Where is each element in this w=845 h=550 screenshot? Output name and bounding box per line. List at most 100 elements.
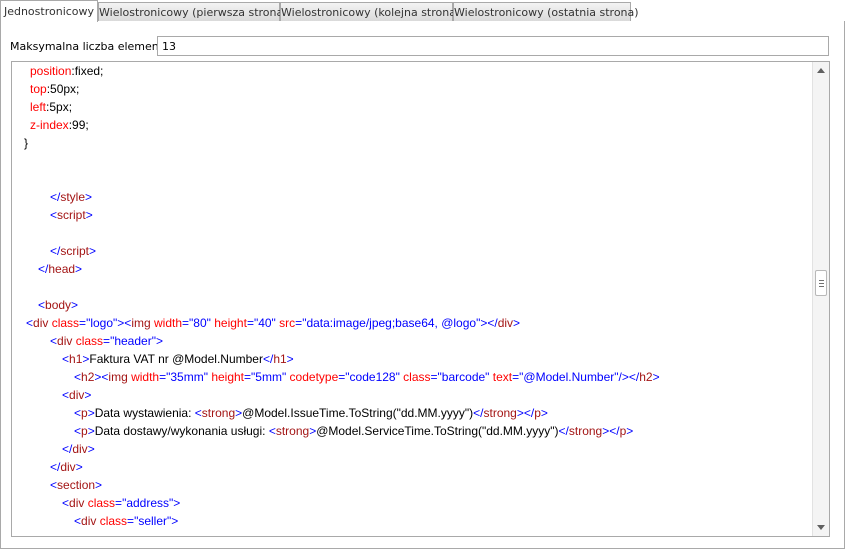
code-token: div [57,334,73,348]
code-line: <section> [50,476,102,494]
code-token: :5px; [46,100,73,114]
tab-multi-last-page[interactable]: Wielostronicowy (ostatnia strona) [453,2,639,21]
code-token: style [60,190,86,204]
tab-multi-next-page[interactable]: Wielostronicowy (kolejna strona) [280,2,460,21]
code-token: = [246,316,254,330]
code-line: <div class="seller"> [74,512,178,530]
scroll-down-icon[interactable] [817,525,825,530]
tab-label: Wielostronicowy (kolejna strona) [281,6,461,19]
code-token: /> [618,370,629,384]
code-line: </head> [38,260,82,278]
code-line: <div class="header"> [50,332,163,350]
code-token: "data:image/jpeg;base64, @logo" [302,316,481,330]
code-token: < [74,514,82,528]
code-token: src [275,316,296,330]
code-token: "barcode" [437,370,490,384]
code-token: script [57,208,86,222]
code-token: < [50,334,58,348]
code-token: > [84,388,92,402]
code-token: > [513,316,521,330]
template-code-editor[interactable]: position:fixed; top:50px; left:5px; z-index… [11,61,830,537]
max-items-input[interactable] [157,36,829,56]
code-token: class [72,334,104,348]
code-token: </ [50,460,61,474]
code-line: <script> [50,206,93,224]
code-token: img [131,316,151,330]
code-token: "seller" [134,514,172,528]
code-token: > [75,262,83,276]
code-line: <div class="logo"><img width="80" height… [26,314,520,332]
code-token: @Model.IssueTime.ToString("dd.MM.yyyy") [242,406,474,420]
code-token: = [79,316,87,330]
code-line: <h2><img width="35mm" height="5mm" codet… [74,368,660,386]
code-token: </ [62,442,73,456]
code-token: position [30,64,72,78]
code-token: Faktura VAT nr @Model.Number [89,352,263,366]
code-token: width [127,370,160,384]
code-token: < [26,316,34,330]
code-token: = [182,316,190,330]
code-token: top [30,82,47,96]
code-token: div [69,496,85,510]
code-line: </script> [50,242,96,260]
code-token: </ [50,244,61,258]
code-token: "5mm" [251,370,287,384]
code-token: "code128" [345,370,400,384]
code-token: </ [609,424,620,438]
code-token: codetype [286,370,339,384]
scroll-thumb[interactable] [815,270,827,296]
code-token: p [81,406,88,420]
code-token: = [244,370,252,384]
code-token: > [171,514,179,528]
code-token: class [84,496,116,510]
code-token: strong [568,424,603,438]
code-token: </ [38,262,49,276]
code-token: < [50,208,58,222]
code-token: height [207,370,245,384]
code-line: </style> [50,188,92,206]
code-token: = [115,496,123,510]
tab-single-page[interactable]: Jednostronicowy [0,0,98,22]
max-items-label: Maksymalna liczba elementów [10,40,179,53]
code-line: <div class="address"> [62,494,180,512]
code-line: <body> [38,296,78,314]
code-token: < [268,424,276,438]
code-token: > [155,334,163,348]
code-token: "address" [122,496,174,510]
code-token: > [286,352,294,366]
code-token: "header" [110,334,156,348]
code-token: section [57,478,96,492]
code-token: div [72,442,88,456]
code-token: z-index [30,118,69,132]
code-token: class [399,370,431,384]
code-token: h2 [639,370,653,384]
tab-multi-first-page[interactable]: Wielostronicowy (pierwsza strona) [98,2,288,21]
code-token: } [24,136,29,150]
code-token: div [60,460,76,474]
code-token: > [71,298,79,312]
tab-strip: Jednostronicowy Wielostronicowy (pierwsz… [0,0,845,22]
code-token: "@Model.Number" [519,370,619,384]
code-token: div [497,316,514,330]
code-line: position:fixed; [30,62,103,80]
code-token: > [540,406,548,420]
code-token: < [62,388,70,402]
code-token: < [50,478,58,492]
code-token: < [74,370,82,384]
code-token: </ [628,370,640,384]
vertical-scrollbar[interactable] [812,62,829,536]
code-token: > [652,370,660,384]
code-line: <p>Data dostawy/wykonania usługi: <stron… [74,422,633,440]
code-area[interactable]: position:fixed; top:50px; left:5px; z-index… [12,62,812,536]
scroll-up-icon[interactable] [817,68,825,73]
code-line: <h1>Faktura VAT nr @Model.Number</h1> [62,350,294,368]
code-token: Data wystawienia: [94,406,195,420]
code-token: < [62,496,70,510]
code-token: width [150,316,183,330]
code-token: > [75,460,83,474]
code-token: > [173,496,181,510]
tab-label: Wielostronicowy (pierwsza strona) [99,6,288,19]
code-line: <div> [62,386,91,404]
code-token: </ [473,406,484,420]
code-token: :50px; [46,82,80,96]
